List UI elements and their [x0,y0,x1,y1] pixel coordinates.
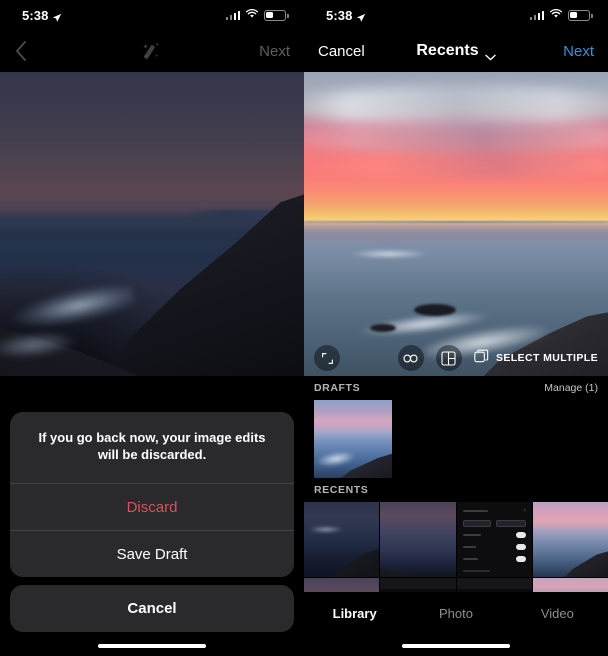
photo-toolbar: SELECT MULTIPLE [304,340,608,376]
horizon-line [304,221,608,223]
cancel-button[interactable]: Cancel [318,43,365,60]
status-bar-left-group-2: 5:38 [326,8,366,23]
recent-thumbnail-2[interactable] [380,502,456,578]
nav-left-group [14,40,66,62]
right-screen: 5:38 Cancel Recents Next SELECT MULTIPLE… [304,0,608,656]
discard-alert: If you go back now, your image edits wil… [10,411,294,632]
select-multiple-label: SELECT MULTIPLE [495,352,598,364]
left-screen: 5:38 Next If you go back now, your image… [0,0,304,656]
nav-right-group: Next [238,43,290,60]
wave-crest-1 [349,249,429,259]
expand-arrows-icon[interactable] [314,345,340,371]
home-indicator[interactable] [402,643,510,648]
album-title: Recents [416,42,479,59]
battery-icon [264,9,289,21]
battery-icon [568,9,593,21]
location-arrow-icon [52,10,62,22]
save-draft-button[interactable]: Save Draft [10,530,294,577]
home-indicator[interactable] [98,643,206,648]
rock-shape [559,550,608,578]
drafts-section-header: DRAFTS Manage (1) [304,376,608,400]
wifi-icon [549,6,563,24]
album-picker[interactable]: Recents [416,42,496,60]
status-bar-left: 5:38 [0,0,304,30]
cloud-band-3 [304,152,608,178]
stacked-squares-icon [474,349,489,368]
wifi-icon [245,6,259,24]
draft-thumbnail-1[interactable] [314,400,392,478]
status-bar-left-group: 5:38 [22,8,62,23]
next-button[interactable]: Next [259,43,290,60]
infinity-icon[interactable] [397,345,424,371]
recent-thumbnail-4[interactable] [532,502,608,578]
recents-section-header: RECENTS [304,478,608,502]
edited-photo-preview[interactable] [0,72,304,376]
status-time: 5:38 [22,7,49,23]
tab-photo[interactable]: Photo [405,606,506,621]
status-bar-right-group [225,6,289,24]
drafts-row [304,400,608,478]
manage-drafts-button[interactable]: Manage (1) [544,382,598,394]
alert-card: If you go back now, your image edits wil… [10,411,294,577]
rock-shape [380,567,442,578]
thumbnail-image [380,502,456,578]
discard-button[interactable]: Discard [10,483,294,530]
photo-toolbar-actions: SELECT MULTIPLE [397,345,598,371]
recent-thumbnail-1[interactable] [304,502,380,578]
rock-shape [326,547,380,578]
nav-right-group-2: Next [542,43,594,60]
rock-shape-2 [370,324,396,332]
selected-photo-preview[interactable]: SELECT MULTIPLE [304,72,608,376]
drafts-title: DRAFTS [314,382,361,394]
status-time: 5:38 [326,7,353,23]
status-bar-right: 5:38 [304,0,608,30]
dual-screenshot-container: 5:38 Next If you go back now, your image… [0,0,608,656]
cellular-signal-icon [225,10,240,20]
thumbnail-image [532,502,608,578]
layout-grid-icon[interactable] [435,345,462,371]
magic-wand-icon[interactable] [140,39,164,63]
cancel-button[interactable]: Cancel [10,585,294,632]
foam-shape [308,526,344,533]
thumbnail-image [304,502,380,578]
alert-message: If you go back now, your image edits wil… [38,429,266,463]
nav-left-group-2: Cancel [318,43,370,60]
status-bar-right-group-2 [529,6,593,24]
tab-library[interactable]: Library [304,606,405,621]
location-arrow-icon [356,10,366,22]
cliff-shape [104,191,304,376]
next-button[interactable]: Next [563,43,594,60]
chevron-down-icon [484,48,496,60]
nav-bar-left: Next [0,30,304,72]
tab-video[interactable]: Video [507,606,608,621]
cloud-band-2 [304,120,608,154]
nav-bar-right: Cancel Recents Next [304,30,608,72]
rock-shape-1 [414,304,456,316]
draft-foam-shape [315,448,357,470]
select-multiple-button[interactable]: SELECT MULTIPLE [474,349,598,368]
chevron-left-icon[interactable] [14,40,27,62]
cellular-signal-icon [529,10,544,20]
recents-title: RECENTS [314,484,369,496]
thumbnail-image: › [456,502,532,578]
recent-thumbnail-3[interactable]: › [456,502,532,578]
